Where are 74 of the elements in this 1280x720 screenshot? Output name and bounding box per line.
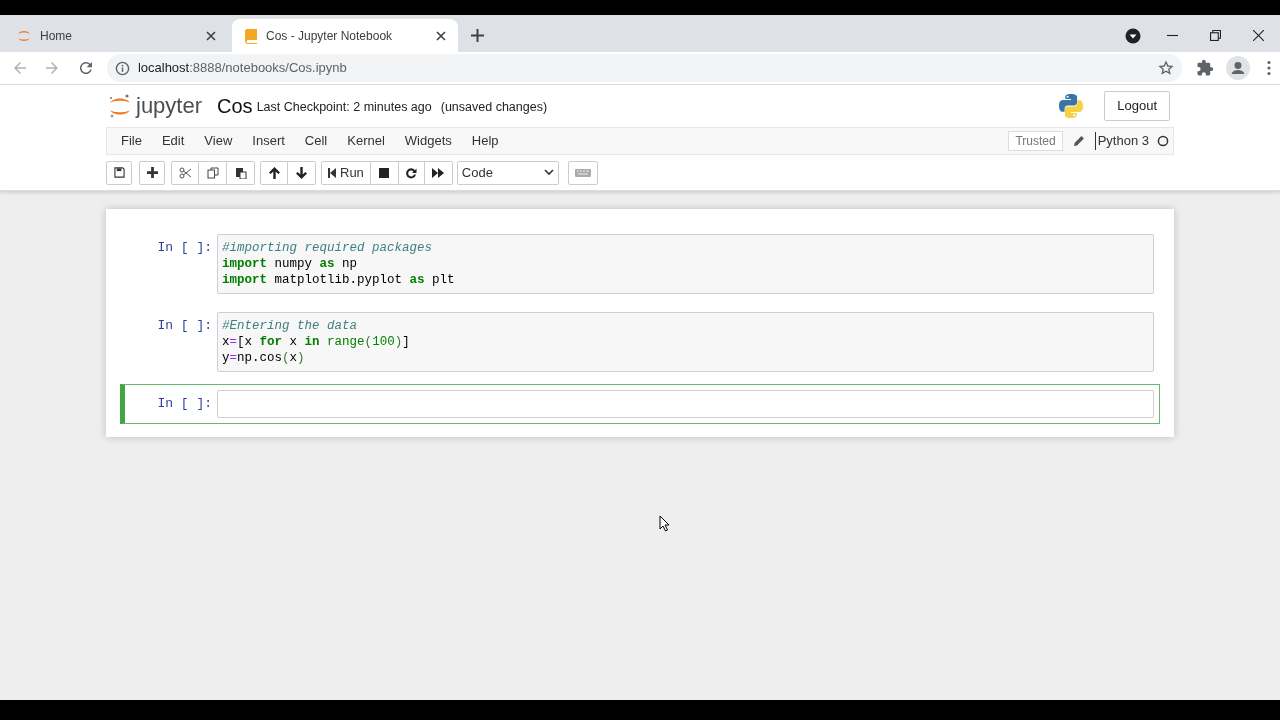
notebook-name[interactable]: Cos	[217, 91, 253, 121]
paste-button[interactable]	[227, 160, 255, 185]
menu-item[interactable]: Cell	[294, 128, 338, 154]
info-icon[interactable]	[114, 60, 130, 76]
pencil-icon[interactable]	[1072, 135, 1085, 147]
arrow-up-icon	[268, 166, 280, 179]
cut-button[interactable]	[171, 160, 199, 185]
new-tab-icon[interactable]	[471, 29, 484, 42]
code-line: import numpy as np	[222, 256, 359, 272]
autosave-status: (unsaved changes)	[440, 99, 548, 117]
interrupt-button[interactable]	[370, 160, 399, 185]
plus-icon	[146, 167, 158, 178]
code-line: #importing required packages	[222, 240, 434, 256]
profile-icon[interactable]	[1226, 56, 1250, 80]
mouse-pointer-icon	[659, 515, 671, 532]
move-up-button[interactable]	[260, 160, 288, 185]
code-input[interactable]: #importing required packages import numpy as np import matplotlib.pyplot as plt	[217, 234, 1154, 294]
copy-button[interactable]	[199, 160, 227, 185]
python-logo-icon	[1058, 93, 1085, 119]
cell-prompt: In [ ]:	[156, 395, 213, 412]
code-input[interactable]: #Entering the data x=[x for x in range(100)] y=np.cos(x)	[217, 312, 1154, 372]
stop-icon	[379, 167, 390, 178]
restart-icon	[405, 166, 418, 179]
code-line: import matplotlib.pyplot as plt	[222, 272, 456, 288]
restore-icon[interactable]	[1210, 30, 1221, 41]
jupyter-logo-text: jupyter	[136, 95, 203, 117]
cell-type-dropdown[interactable]: Code	[456, 160, 559, 185]
close-icon[interactable]	[1253, 30, 1264, 41]
menu-item[interactable]: View	[194, 128, 243, 154]
code-cell[interactable]: In [ ]: #Entering the data x=[x for x in range(100)] y=np.cos(x)	[120, 306, 1160, 378]
run-button[interactable]: Run	[321, 160, 371, 185]
trusted-indicator[interactable]: Trusted	[1008, 131, 1063, 151]
code-cell[interactable]: In [ ]: #importing required packages import numpy as np import matplotlib.pyplot as plt	[120, 228, 1160, 300]
menu-icon[interactable]	[1266, 60, 1272, 76]
menu-item[interactable]: Kernel	[337, 128, 395, 154]
copy-icon	[206, 166, 219, 179]
book-icon	[244, 27, 258, 44]
move-down-button[interactable]	[288, 160, 316, 185]
arrow-down-icon	[296, 166, 307, 179]
restart-button[interactable]	[398, 160, 425, 185]
close-tab-icon[interactable]	[206, 30, 216, 41]
checkpoint-text: Last Checkpoint: 2 minutes ago	[256, 99, 432, 117]
scissors-icon	[179, 166, 191, 179]
tab-title: Cos - Jupyter Notebook	[266, 27, 394, 45]
menu-item[interactable]: Insert	[242, 128, 295, 154]
save-button[interactable]	[106, 160, 132, 185]
puzzle-icon[interactable]	[1196, 59, 1215, 77]
kernel-name: Python 3	[1097, 132, 1149, 151]
address-bar[interactable]: localhost:8888/notebooks/Cos.ipynb	[106, 54, 1183, 82]
logout-button[interactable]: Logout	[1104, 91, 1170, 121]
fast-forward-icon	[432, 167, 445, 178]
tab-search-icon[interactable]	[1125, 27, 1141, 44]
code-line: x=[x for x in range(100)]	[222, 334, 411, 350]
insert-cell-button[interactable]	[139, 160, 165, 185]
run-all-button[interactable]	[424, 160, 453, 185]
cell-prompt: In [ ]:	[156, 239, 213, 256]
bookmark-star-icon[interactable]	[1158, 60, 1175, 76]
menu-item[interactable]: Widgets	[394, 128, 462, 154]
keyboard-icon	[574, 168, 591, 177]
code-input[interactable]	[217, 390, 1154, 418]
chevron-down-icon	[543, 169, 554, 176]
url-text: localhost:8888/notebooks/Cos.ipynb	[137, 59, 347, 78]
jupyter-logo-icon	[108, 93, 132, 119]
code-cell[interactable]: In [ ]:	[120, 384, 1160, 424]
code-line: y=np.cos(x)	[222, 350, 306, 366]
clipboard-icon	[234, 166, 247, 179]
browser-tab[interactable]: Cos - Jupyter Notebook	[232, 19, 458, 52]
menu-item[interactable]: Edit	[151, 128, 195, 154]
code-line: #Entering the data	[222, 318, 359, 334]
menu-item[interactable]: Help	[461, 128, 509, 154]
cell-prompt: In [ ]:	[156, 317, 213, 334]
menu-item[interactable]: File	[111, 128, 152, 154]
tab-title: Home	[40, 27, 73, 45]
close-tab-icon[interactable]	[436, 30, 446, 41]
